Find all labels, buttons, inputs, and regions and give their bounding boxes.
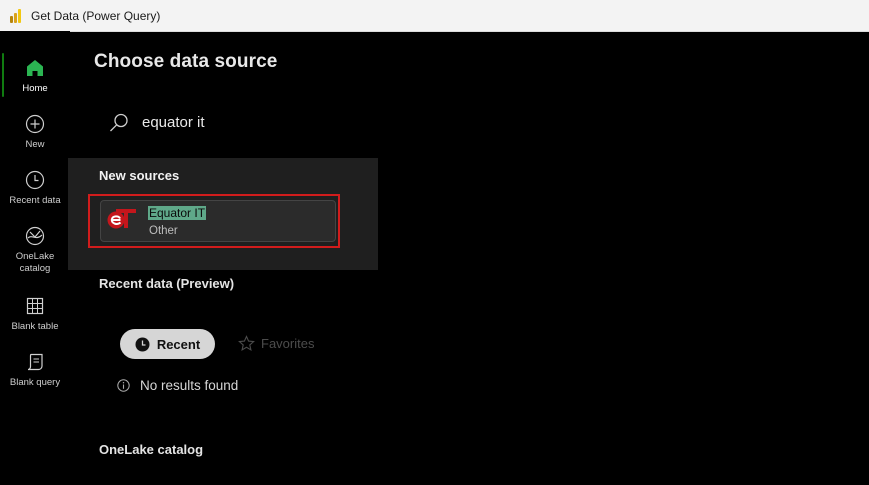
onelake-icon	[25, 226, 45, 246]
empty-state-message: No results found	[140, 378, 239, 393]
window-title: Get Data (Power Query)	[31, 8, 161, 23]
sidebar-item-label: Blank table	[11, 321, 59, 332]
sidebar-item-blank-query[interactable]: Blank query	[0, 351, 70, 389]
sidebar-item-label: New	[25, 139, 45, 150]
tab-label: Favorites	[261, 336, 315, 351]
sidebar-item-label: Recent data	[9, 195, 61, 206]
new-sources-heading: New sources	[99, 168, 180, 183]
clock-filled-icon	[135, 337, 150, 351]
selection-highlight-box	[88, 194, 340, 248]
sidebar-item-label: Home	[22, 83, 48, 94]
star-icon	[238, 335, 255, 352]
sidebar-item-label-line2: catalog	[19, 263, 51, 274]
tab-label: Recent	[156, 336, 201, 352]
sidebar-item-label-line1: OneLake	[15, 251, 55, 262]
onelake-catalog-heading: OneLake catalog	[99, 442, 204, 457]
search-input[interactable]: equator it	[142, 114, 205, 131]
page-title: Choose data source	[94, 51, 278, 72]
table-grid-icon	[26, 297, 44, 315]
sidebar-item-onelake-catalog[interactable]: OneLake catalog	[0, 225, 70, 275]
tab-favorites[interactable]: Favorites	[238, 335, 314, 352]
home-icon	[27, 60, 43, 76]
info-icon	[117, 379, 130, 392]
empty-state: No results found	[117, 378, 238, 393]
sidebar-item-blank-table[interactable]: Blank table	[0, 295, 70, 333]
tab-recent[interactable]: Recent	[120, 329, 215, 359]
sidebar-item-new[interactable]: New	[0, 113, 70, 151]
clock-icon	[25, 170, 45, 190]
sidebar-item-home[interactable]: Home	[0, 57, 70, 95]
script-icon	[27, 353, 43, 371]
power-bi-app-icon	[10, 8, 24, 23]
window-titlebar: Get Data (Power Query)	[0, 0, 869, 32]
sidebar-item-label: Blank query	[9, 377, 61, 388]
recent-data-heading: Recent data (Preview)	[99, 276, 235, 291]
search-icon	[110, 113, 128, 132]
left-nav-sidebar: Home New Recent data OneLake catalog Bla…	[0, 31, 70, 485]
sidebar-item-recent-data[interactable]: Recent data	[0, 169, 70, 207]
add-circle-icon	[25, 114, 45, 134]
